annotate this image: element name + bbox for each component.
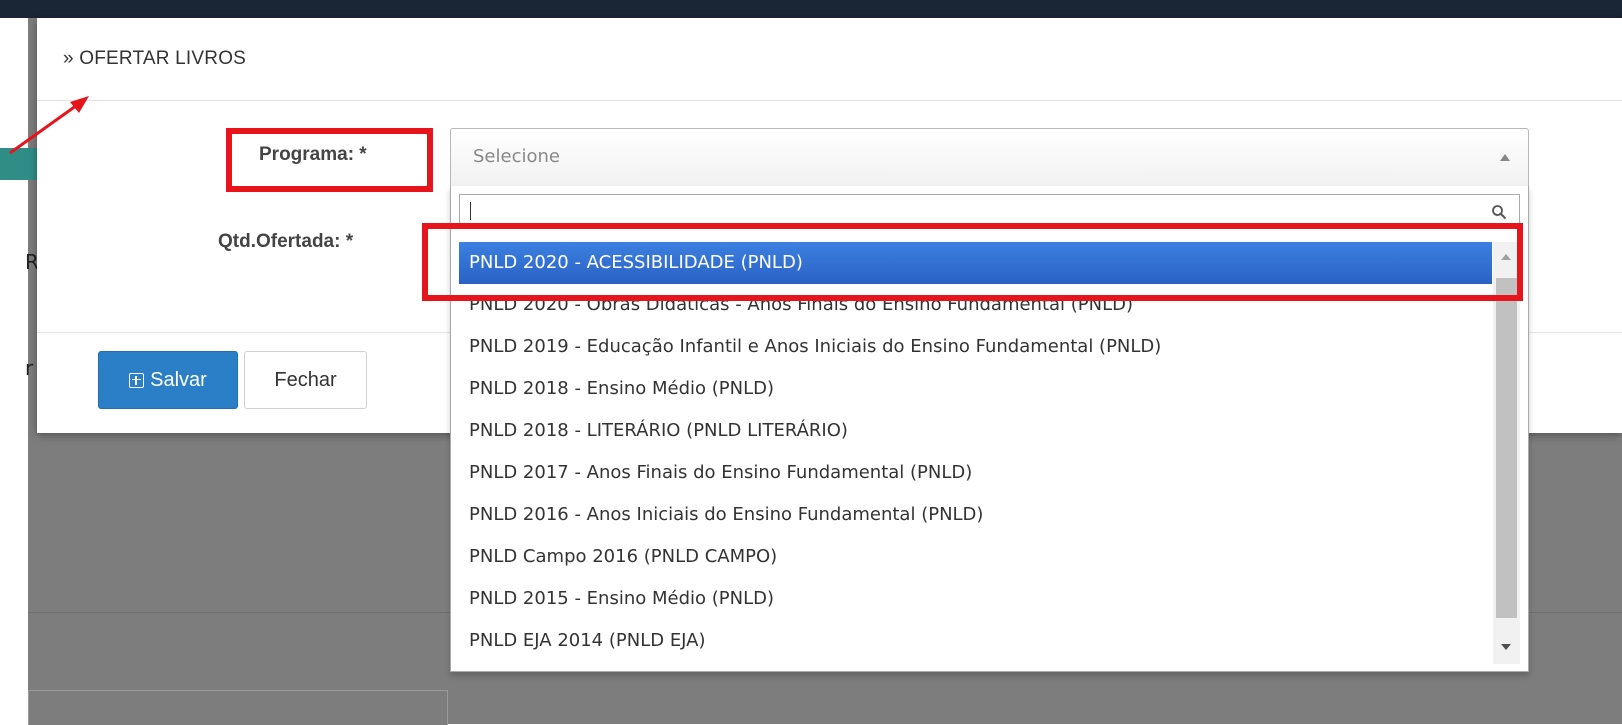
- scroll-thumb[interactable]: [1496, 278, 1517, 618]
- option-item[interactable]: PNLD 2015 - Ensino Médio (PNLD): [459, 578, 1492, 620]
- annotation-box-programa: [226, 128, 433, 192]
- option-item[interactable]: PNLD 2018 - Ensino Médio (PNLD): [459, 368, 1492, 410]
- close-button[interactable]: Fechar: [244, 351, 367, 409]
- background-text-fragment: r: [25, 356, 34, 380]
- select-placeholder: Selecione: [473, 146, 560, 167]
- annotation-arrow: [9, 96, 89, 155]
- qtd-ofertada-label: Qtd.Ofertada: *: [218, 231, 354, 252]
- dropdown-scrollbar[interactable]: [1493, 242, 1520, 664]
- option-item[interactable]: PNLD 2017 - Anos Finais do Ensino Fundam…: [459, 452, 1492, 494]
- text-cursor: [470, 202, 471, 220]
- option-item[interactable]: PNLD Campo 2016 (PNLD CAMPO): [459, 536, 1492, 578]
- modal-title: » OFERTAR LIVROS: [63, 48, 247, 69]
- option-item[interactable]: PNLD 2016 - Anos Iniciais do Ensino Fund…: [459, 494, 1492, 536]
- option-item[interactable]: PNLD EJA 2014 (PNLD EJA): [459, 620, 1492, 662]
- plus-square-icon: [129, 372, 145, 388]
- background-input: [28, 690, 448, 725]
- arrow-up-icon: [1500, 154, 1510, 161]
- save-button-label: Salvar: [150, 368, 207, 391]
- options-list: PNLD 2020 - ACESSIBILIDADE (PNLD) PNLD 2…: [459, 242, 1492, 662]
- option-item[interactable]: PNLD 2018 - LITERÁRIO (PNLD LITERÁRIO): [459, 410, 1492, 452]
- search-icon: [1492, 205, 1507, 220]
- option-item[interactable]: PNLD 2019 - Educação Infantil e Anos Ini…: [459, 326, 1492, 368]
- programa-select[interactable]: Selecione: [450, 128, 1529, 187]
- annotation-box-option: [422, 223, 1523, 301]
- modal-header: » OFERTAR LIVROS: [37, 18, 1622, 101]
- close-button-label: Fechar: [274, 368, 337, 391]
- top-bar: [0, 0, 1622, 18]
- save-button[interactable]: Salvar: [98, 351, 238, 409]
- scroll-down-icon[interactable]: [1501, 644, 1511, 650]
